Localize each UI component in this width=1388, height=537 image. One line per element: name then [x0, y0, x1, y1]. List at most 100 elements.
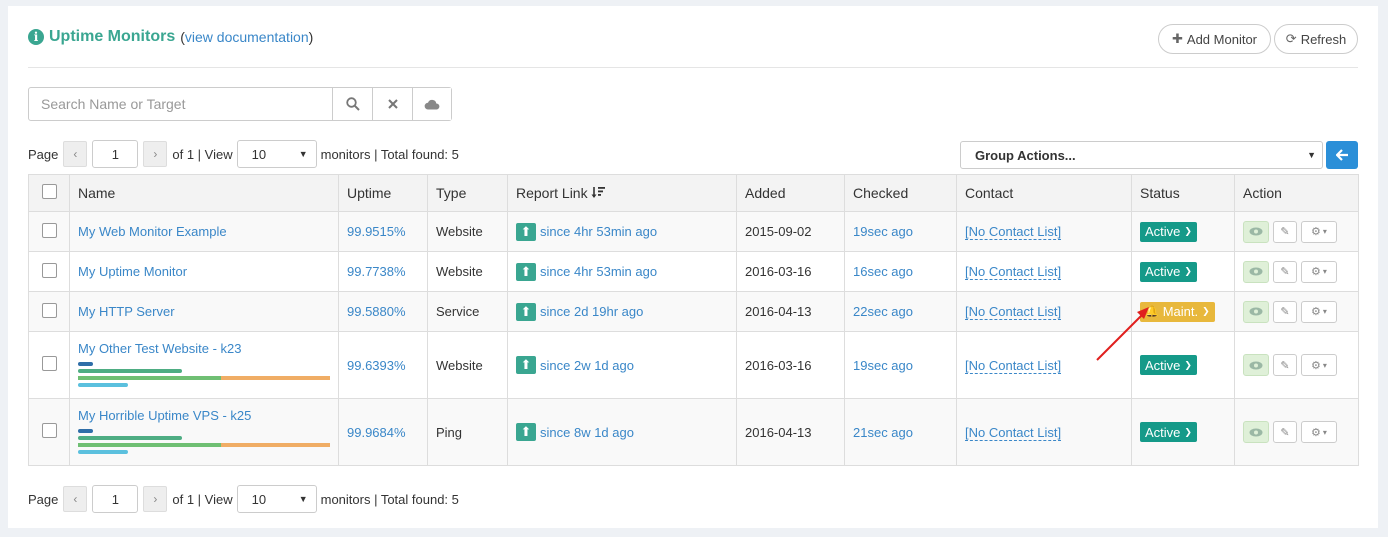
- refresh-button[interactable]: ⟳ Refresh: [1274, 24, 1358, 54]
- next-page-button[interactable]: ›: [143, 141, 168, 167]
- contact-link[interactable]: [No Contact List]: [965, 224, 1062, 240]
- refresh-label: Refresh: [1300, 31, 1347, 47]
- col-report-link[interactable]: Report Link: [507, 174, 737, 212]
- edit-button[interactable]: ✎: [1273, 421, 1297, 443]
- back-button[interactable]: [1326, 141, 1358, 169]
- page-title: Uptime Monitors: [49, 28, 176, 45]
- doc-close: ): [308, 29, 314, 45]
- search-input[interactable]: Search Name or Target: [29, 88, 332, 120]
- uptime-cell: 99.9515%: [338, 211, 428, 252]
- row-select-cell: [28, 291, 70, 332]
- report-cell: ⬆ since 2d 19hr ago: [507, 291, 737, 332]
- view-button[interactable]: [1243, 354, 1269, 376]
- checked-link[interactable]: 16sec ago: [853, 264, 913, 279]
- edit-button[interactable]: ✎: [1273, 300, 1297, 323]
- type-cell: Service: [427, 291, 508, 332]
- status-dropdown[interactable]: Active ❯: [1140, 422, 1197, 442]
- settings-button[interactable]: ⚙ ▾: [1301, 220, 1337, 243]
- edit-button[interactable]: ✎: [1273, 260, 1297, 283]
- per-page-select[interactable]: 10 ▼: [236, 140, 317, 168]
- status-dropdown[interactable]: Active ❯: [1140, 261, 1197, 282]
- col-action: Action: [1234, 174, 1359, 212]
- uptime-link[interactable]: 99.6393%: [347, 358, 406, 373]
- col-status[interactable]: Status: [1131, 174, 1235, 212]
- contact-link[interactable]: [No Contact List]: [965, 264, 1062, 280]
- monitor-name-link[interactable]: My Uptime Monitor: [78, 264, 187, 279]
- view-button[interactable]: [1243, 220, 1269, 243]
- uptime-link[interactable]: 99.5880%: [347, 304, 406, 319]
- clear-search-button[interactable]: [372, 88, 412, 120]
- select-all-checkbox[interactable]: [41, 184, 57, 199]
- cloud-button[interactable]: [412, 88, 451, 120]
- contact-link[interactable]: [No Contact List]: [965, 304, 1062, 320]
- eye-icon: [1249, 227, 1263, 236]
- add-monitor-button[interactable]: ✚ Add Monitor: [1158, 24, 1271, 54]
- status-cell: Active ❯: [1131, 211, 1235, 252]
- row-checkbox[interactable]: [41, 302, 57, 318]
- pager-top: Page ‹ 1 › of 1 | View 10 ▼ monitors | T…: [28, 140, 459, 168]
- report-link[interactable]: since 4hr 53min ago: [540, 224, 657, 239]
- search-group: Search Name or Target: [28, 87, 452, 121]
- report-link[interactable]: since 8w 1d ago: [540, 425, 634, 440]
- monitor-name-link[interactable]: My Horrible Uptime VPS - k25: [78, 408, 251, 423]
- uptime-link[interactable]: 99.7738%: [347, 264, 406, 279]
- checked-link[interactable]: 19sec ago: [853, 224, 913, 239]
- chevron-down-icon: ▾: [1322, 427, 1327, 437]
- edit-button[interactable]: ✎: [1273, 354, 1297, 376]
- row-checkbox[interactable]: [41, 262, 57, 278]
- col-name[interactable]: Name: [69, 174, 339, 212]
- checked-link[interactable]: 19sec ago: [853, 358, 913, 373]
- settings-button[interactable]: ⚙ ▾: [1301, 421, 1337, 443]
- caret-down-icon: ▼: [298, 149, 308, 159]
- checked-cell: 19sec ago: [844, 331, 957, 399]
- report-link[interactable]: since 2w 1d ago: [540, 358, 634, 373]
- page-input[interactable]: 1: [92, 140, 139, 168]
- view-button[interactable]: [1243, 260, 1269, 283]
- search-button[interactable]: [332, 88, 372, 120]
- col-type[interactable]: Type: [427, 174, 508, 212]
- chevron-left-icon: ‹: [73, 147, 78, 161]
- prev-page-button[interactable]: ‹: [63, 141, 88, 167]
- page-input[interactable]: 1: [92, 485, 139, 513]
- checked-link[interactable]: 21sec ago: [853, 425, 913, 440]
- eye-icon: [1249, 428, 1263, 436]
- contact-link[interactable]: [No Contact List]: [965, 357, 1062, 374]
- prev-page-button[interactable]: ‹: [63, 486, 88, 512]
- uptime-link[interactable]: 99.9684%: [347, 425, 406, 440]
- col-checked[interactable]: Checked: [844, 174, 957, 212]
- row-checkbox[interactable]: [41, 356, 57, 371]
- uptime-link[interactable]: 99.9515%: [347, 224, 406, 239]
- chevron-down-icon: ▾: [1322, 267, 1327, 276]
- name-cell: My HTTP Server: [69, 291, 339, 332]
- monitor-name-link[interactable]: My Other Test Website - k23: [78, 341, 242, 356]
- col-contact[interactable]: Contact: [956, 174, 1132, 212]
- row-checkbox[interactable]: [41, 222, 57, 238]
- contact-link[interactable]: [No Contact List]: [965, 424, 1062, 441]
- status-dropdown[interactable]: Active ❯: [1140, 221, 1197, 242]
- row-checkbox[interactable]: [41, 423, 57, 438]
- edit-button[interactable]: ✎: [1273, 220, 1297, 243]
- group-actions-select[interactable]: Group Actions... ▼: [960, 141, 1323, 169]
- monitor-name-link[interactable]: My Web Monitor Example: [78, 224, 227, 239]
- per-page-select[interactable]: 10 ▼: [236, 485, 317, 513]
- settings-button[interactable]: ⚙ ▾: [1301, 300, 1337, 323]
- view-button[interactable]: [1243, 421, 1269, 443]
- settings-button[interactable]: ⚙ ▾: [1301, 260, 1337, 283]
- checked-link[interactable]: 22sec ago: [853, 304, 913, 319]
- view-documentation-link[interactable]: view documentation: [185, 29, 309, 45]
- monitors-table: Name Uptime Type Report Link Added Check…: [28, 174, 1359, 466]
- col-added[interactable]: Added: [736, 174, 845, 212]
- arrow-left-icon: [1335, 149, 1348, 161]
- report-link[interactable]: since 4hr 53min ago: [540, 264, 657, 279]
- table-row: My Uptime Monitor 99.7738% Website ⬆ sinc…: [28, 251, 1359, 292]
- type-cell: Website: [427, 251, 508, 292]
- report-link[interactable]: since 2d 19hr ago: [540, 304, 643, 319]
- chevron-left-icon: ‹: [73, 492, 78, 506]
- monitor-name-link[interactable]: My HTTP Server: [78, 304, 175, 319]
- view-button[interactable]: [1243, 300, 1269, 323]
- status-cell: Active ❯: [1131, 398, 1235, 466]
- settings-button[interactable]: ⚙ ▾: [1301, 354, 1337, 376]
- next-page-button[interactable]: ›: [143, 486, 168, 512]
- col-uptime[interactable]: Uptime: [338, 174, 428, 212]
- name-cell: My Uptime Monitor: [69, 251, 339, 292]
